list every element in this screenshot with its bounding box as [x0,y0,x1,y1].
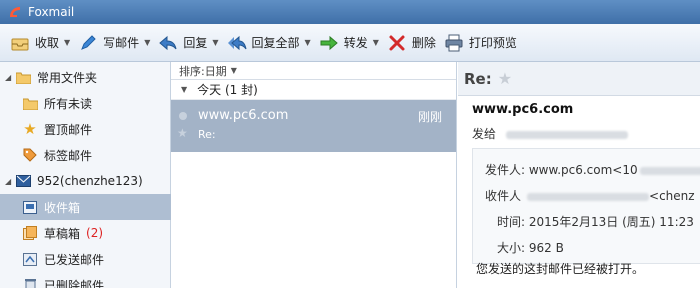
time-line: 时间: 2015年2月13日 (周五) 11:23 [497,215,694,229]
delete-x-icon [389,35,405,50]
mail-time: 刚刚 [417,110,442,124]
forward-arrow-icon [320,35,338,50]
sidebar-item-drafts[interactable]: 草稿箱 (2) [0,220,171,246]
account-mail-icon [15,173,31,189]
date-group-header[interactable]: ▼ 今天 (1 封) [171,80,456,100]
title-bar: Foxmail [0,0,700,24]
favorites-group[interactable]: ◢ 常用文件夹 [0,64,171,90]
reply-all-button[interactable]: 回复全部 ▼ [227,28,311,58]
chevron-down-icon[interactable]: ▼ [305,38,311,47]
mail-details-box: 发件人: www.pc6.com<10 收件人 <chenz 时间: 2015年2… [472,148,700,264]
sidebar-item-pinned[interactable]: ★ 置顶邮件 [0,116,171,142]
sidebar-item-tagged[interactable]: 标签邮件 [0,142,171,168]
read-status-dot-icon[interactable] [179,112,187,120]
print-preview-button[interactable]: 打印预览 [444,28,517,58]
size-line: 大小: 962 B [497,241,564,255]
reader-header: Re: ★ [458,62,700,96]
forward-button[interactable]: 转发 ▼ [319,28,379,58]
printer-icon [445,34,463,51]
foxmail-logo-icon [10,7,20,17]
reply-all-arrow-icon [227,35,247,50]
folder-pane: ◢ 常用文件夹 所有未读 ★ 置顶邮件 标签邮件 ◢ 952(chenzhe12… [0,62,171,288]
reply-arrow-icon [159,35,177,50]
delete-button[interactable]: 删除 [387,28,436,58]
toolbar: 收取 ▼ 写邮件 ▼ 回复 ▼ 回复全部 ▼ 转发 ▼ 删除 打印预览 [0,24,700,62]
tag-icon [22,147,38,163]
mail-list-item[interactable]: ★ www.pc6.com 刚刚 Re: [171,100,456,152]
collapse-triangle-icon[interactable]: ◢ [5,73,15,82]
chevron-down-icon[interactable]: ▼ [231,66,237,75]
collapse-triangle-icon[interactable]: ◢ [5,177,15,186]
pen-icon [81,34,96,50]
redacted-address [639,166,700,175]
sort-selector[interactable]: 排序:日期 ▼ [171,62,456,80]
reply-button[interactable]: 回复 ▼ [158,28,219,58]
star-icon: ★ [23,120,37,138]
app-title: Foxmail [28,5,75,19]
redacted-address [527,192,650,201]
sidebar-item-inbox[interactable]: 收件箱 [0,194,171,220]
inbox-tray-icon [11,38,29,50]
sidebar-item-deleted[interactable]: 已删除邮件 [0,272,171,288]
chevron-down-icon[interactable]: ▼ [144,38,150,47]
draft-count-badge: (2) [86,226,104,240]
account-group[interactable]: ◢ 952(chenzhe123) [0,168,171,194]
sent-mail-icon [22,251,38,267]
chevron-down-icon[interactable]: ▼ [373,38,379,47]
mail-sender: www.pc6.com [198,108,289,123]
folder-icon [15,69,31,85]
folder-icon [22,95,38,111]
mail-subject: Re: [198,128,216,141]
chevron-down-icon[interactable]: ▼ [64,38,70,47]
reader-recipient: 发给 [472,125,628,142]
mail-body: 您发送的这封邮件已经被打开。 [476,262,645,276]
receive-button[interactable]: 收取 ▼ [10,28,70,58]
sidebar-item-sent[interactable]: 已发送邮件 [0,246,171,272]
reading-pane: Re: ★ www.pc6.com 发给 发件人: www.pc6.com<10… [458,62,700,288]
drafts-icon [22,225,38,241]
star-icon[interactable]: ★ [177,126,188,140]
compose-button[interactable]: 写邮件 ▼ [78,28,150,58]
to-line: 收件人 <chenz [485,189,695,203]
mail-list-pane: 排序:日期 ▼ ▼ 今天 (1 封) ★ www.pc6.com 刚刚 Re: [171,62,457,288]
chevron-down-icon[interactable]: ▼ [212,38,218,47]
collapse-triangle-icon[interactable]: ▼ [181,85,187,94]
reader-subject: Re: [464,69,492,88]
sidebar-item-all-unread[interactable]: 所有未读 [0,90,171,116]
redacted-address [505,130,628,139]
reader-sender: www.pc6.com [472,102,574,117]
star-icon[interactable]: ★ [498,69,512,88]
from-line: 发件人: www.pc6.com<10 [485,161,700,178]
trash-icon [22,277,38,288]
inbox-icon [22,199,38,215]
